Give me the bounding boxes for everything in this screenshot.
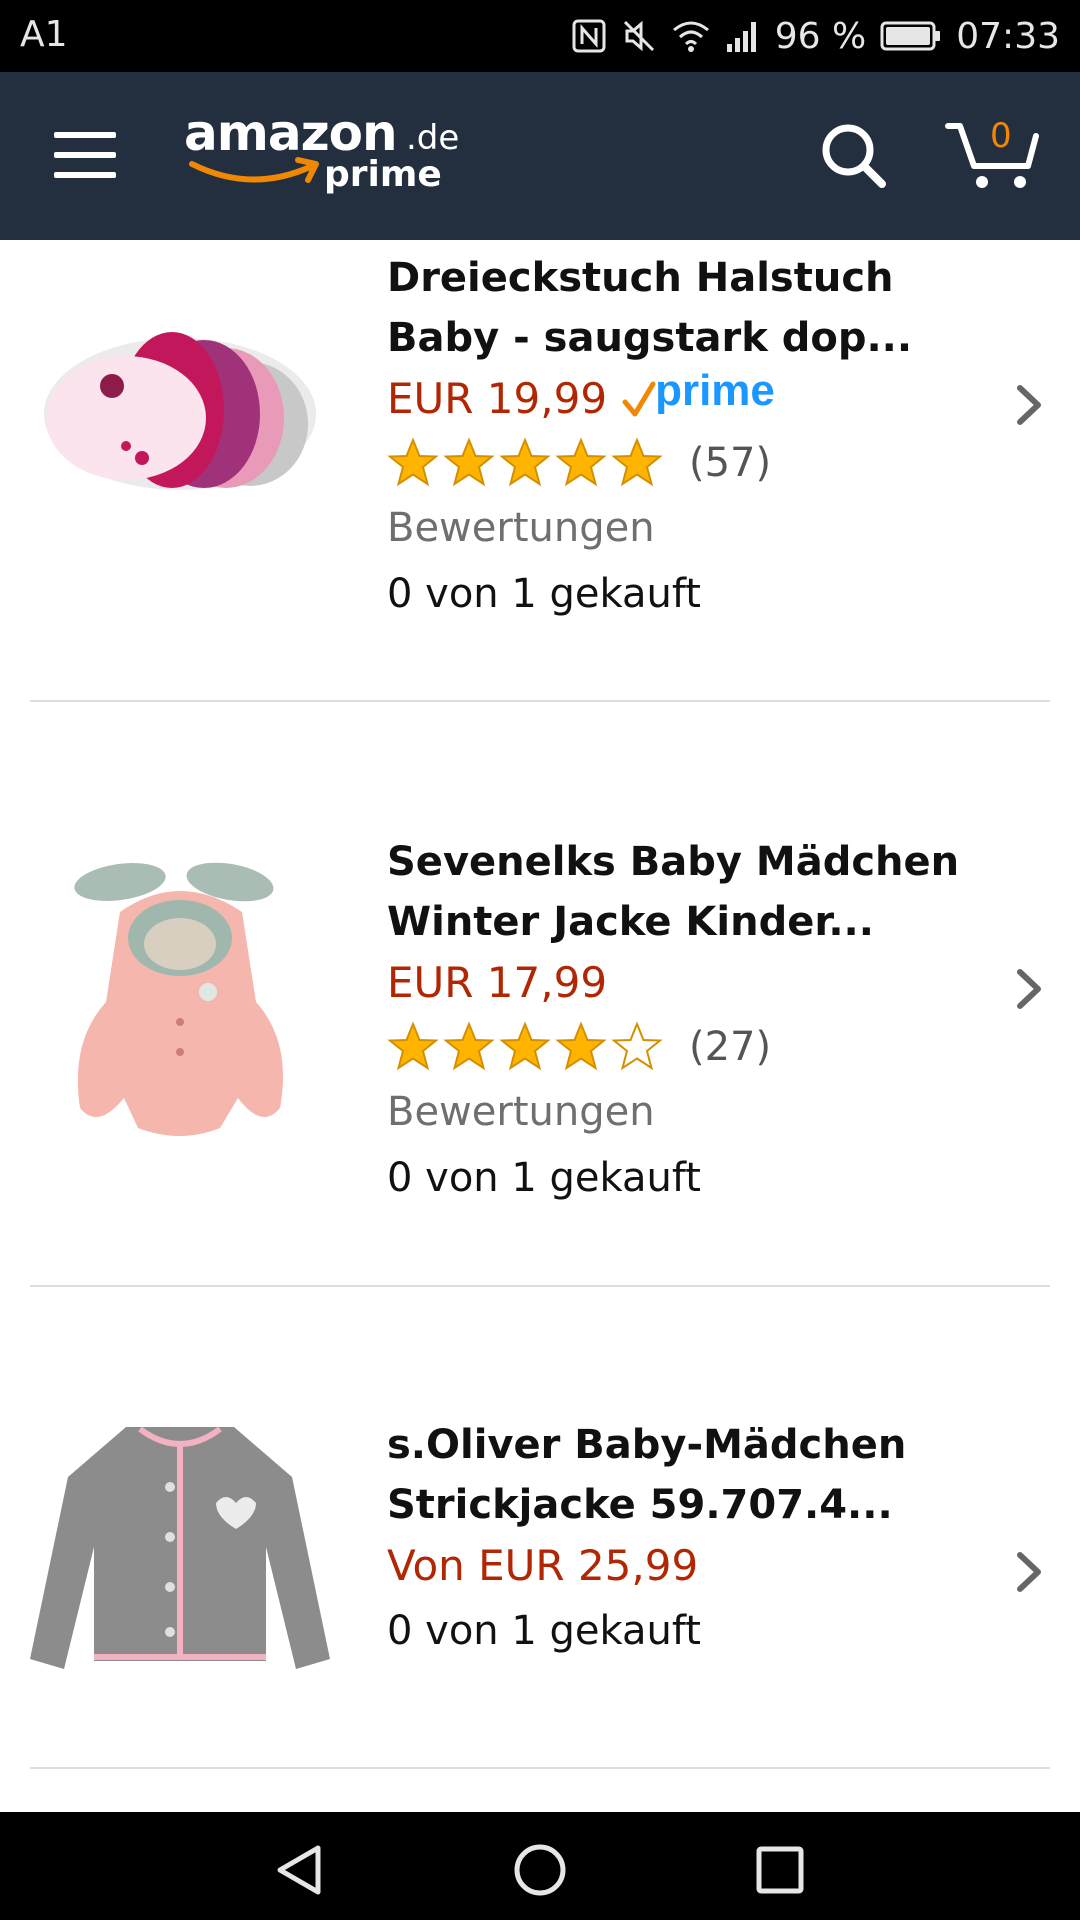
- app-header: amazon .de prime: [0, 72, 1080, 240]
- list-item[interactable]: s.Oliver Baby-Mädchen Strickjacke 59.707…: [0, 1287, 1080, 1767]
- mute-icon: [623, 20, 654, 52]
- product-image-jacket: [74, 862, 284, 1136]
- product-price: EUR 17,99: [387, 957, 608, 1007]
- wifi-icon: [672, 21, 709, 52]
- rating-count: (57): [689, 440, 772, 486]
- product-list: Dreieckstuch Halstuch Baby - saugstark d…: [0, 240, 1080, 1812]
- search-icon[interactable]: [818, 120, 888, 190]
- star-rating: [387, 1021, 663, 1071]
- list-item[interactable]: Dreieckstuch Halstuch Baby - saugstark d…: [0, 240, 1080, 700]
- clock: 07:33: [956, 15, 1060, 57]
- reviews-label: Bewertungen: [387, 1089, 655, 1135]
- price-line: EUR 17,99: [387, 952, 987, 1012]
- price-line: EUR 19,99 prime: [387, 366, 987, 428]
- rating-count: (27): [689, 1024, 772, 1070]
- menu-icon[interactable]: [54, 132, 116, 180]
- chevron-right-icon[interactable]: [1014, 968, 1044, 1010]
- logo-prime: prime: [324, 154, 442, 195]
- system-nav-bar: [0, 1812, 1080, 1920]
- smile-arrow-icon: [189, 157, 319, 183]
- product-price: EUR 19,99: [387, 373, 608, 423]
- chevron-right-icon[interactable]: [1014, 384, 1044, 426]
- recents-icon[interactable]: [750, 1842, 810, 1898]
- signal-icon: [726, 22, 756, 52]
- star-rating: [387, 437, 663, 487]
- product-title[interactable]: s.Oliver Baby-Mädchen Strickjacke 59.707…: [387, 1415, 987, 1535]
- product-info: Dreieckstuch Halstuch Baby - saugstark d…: [387, 248, 987, 630]
- cart-count-badge: 0: [990, 116, 1012, 156]
- bought-status: 0 von 1 gekauft: [387, 1155, 701, 1201]
- status-bar: A1 96 % 07:33: [0, 0, 1080, 72]
- price-line: Von EUR 25,99: [387, 1535, 987, 1595]
- status-icons: 96 % 07:33: [571, 10, 1060, 62]
- list-item[interactable]: Sevenelks Baby Mädchen Winter Jacke Kind…: [0, 702, 1080, 1286]
- product-info: s.Oliver Baby-Mädchen Strickjacke 59.707…: [387, 1415, 987, 1667]
- chevron-right-icon[interactable]: [1014, 1551, 1044, 1593]
- divider: [30, 1767, 1050, 1769]
- product-title[interactable]: Dreieckstuch Halstuch Baby - saugstark d…: [387, 248, 987, 368]
- product-image-bibs: [44, 332, 316, 490]
- product-image-cardigan: [30, 1426, 330, 1669]
- amazon-prime-logo[interactable]: amazon .de prime: [182, 104, 462, 214]
- reviews-label: Bewertungen: [387, 505, 655, 551]
- product-title[interactable]: Sevenelks Baby Mädchen Winter Jacke Kind…: [387, 832, 987, 952]
- battery-percent: 96 %: [774, 15, 867, 57]
- prime-badge: prime: [621, 366, 785, 422]
- carrier-label: A1: [20, 14, 68, 55]
- product-info: Sevenelks Baby Mädchen Winter Jacke Kind…: [387, 832, 987, 1214]
- prime-label: prime: [655, 366, 775, 415]
- battery-icon: [880, 21, 941, 51]
- home-icon[interactable]: [510, 1842, 570, 1898]
- bought-status: 0 von 1 gekauft: [387, 1608, 701, 1654]
- product-price: Von EUR 25,99: [387, 1540, 699, 1590]
- logo-tld: .de: [406, 118, 460, 158]
- back-icon[interactable]: [270, 1842, 330, 1898]
- nfc-icon: [572, 19, 606, 53]
- rating-line[interactable]: (57): [387, 428, 987, 498]
- bought-status: 0 von 1 gekauft: [387, 571, 701, 617]
- cart-button[interactable]: 0: [944, 116, 1040, 194]
- check-icon: [622, 381, 656, 417]
- rating-line[interactable]: (27): [387, 1012, 987, 1082]
